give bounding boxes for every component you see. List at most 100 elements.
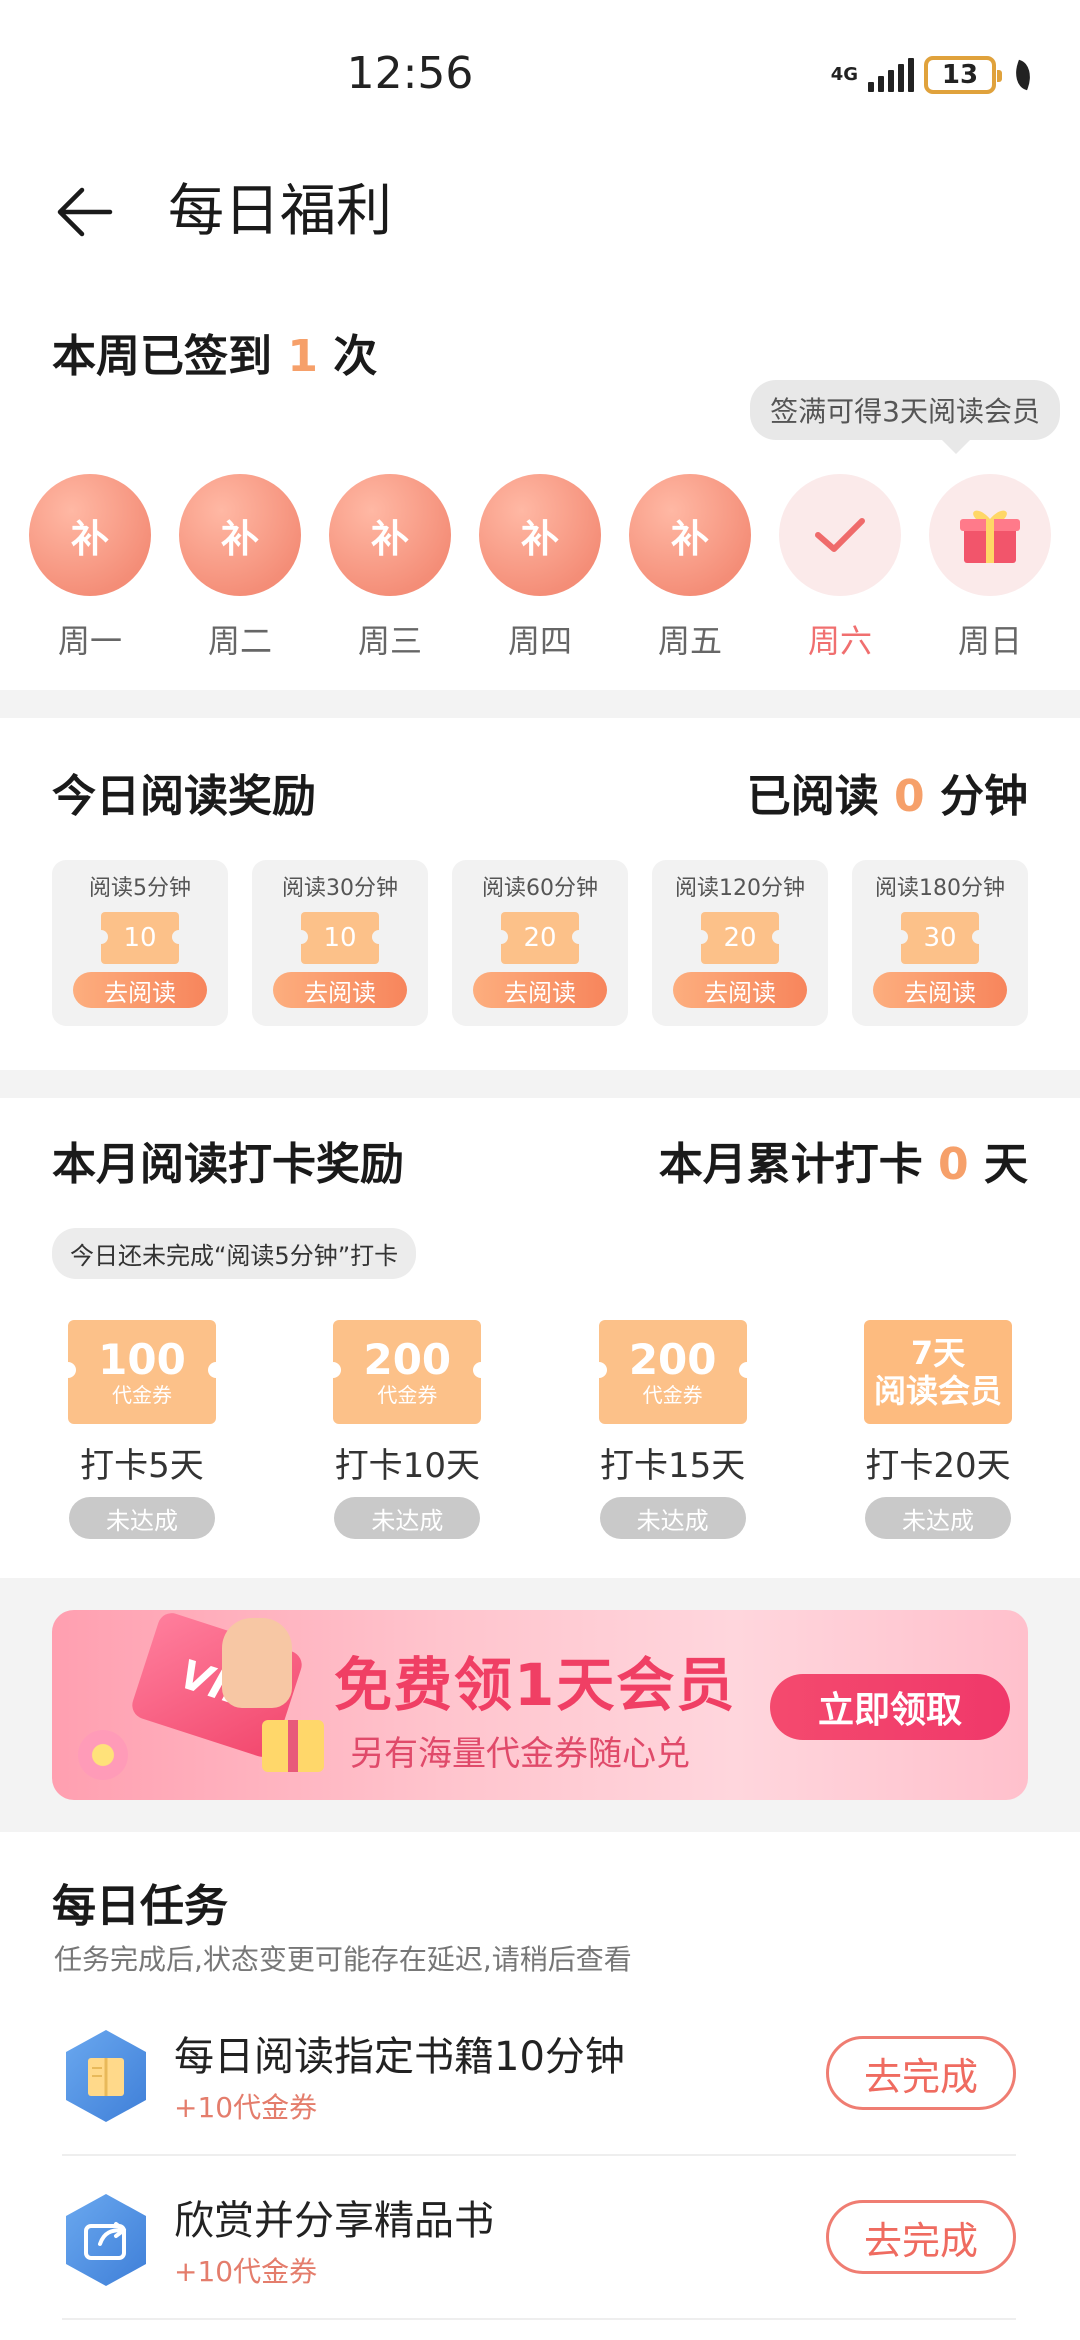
go-read-button[interactable]: 去阅读	[273, 972, 407, 1008]
go-read-button[interactable]: 去阅读	[873, 972, 1007, 1008]
makeup-badge[interactable]: 补	[329, 474, 451, 596]
book-icon	[66, 2030, 146, 2122]
gift-box-icon	[262, 1720, 324, 1772]
back-arrow-icon[interactable]	[52, 180, 116, 244]
reading-reward-section: 今日阅读奖励 已阅读 0 分钟 阅读5分钟 10 去阅读 阅读30分钟 10 去…	[0, 718, 1080, 1070]
task-name: 欣赏并分享精品书	[174, 2198, 494, 2244]
signin-title: 本周已签到 1 次	[52, 320, 377, 384]
milestone-status: 未达成	[334, 1497, 481, 1539]
network-label: 4G	[830, 64, 858, 85]
promo-banner[interactable]: VIP 免费领1天会员 另有海量代金券随心兑 立即领取	[52, 1610, 1028, 1800]
reward-label: 阅读5分钟	[89, 876, 191, 901]
milestone-item: 200 代金券 打卡15天 未达成	[583, 1320, 763, 1539]
reward-card: 阅读180分钟 30 去阅读	[852, 860, 1028, 1026]
signin-count: 1	[287, 331, 318, 382]
section-divider	[0, 690, 1080, 718]
day-sunday: 周日	[928, 474, 1052, 662]
milestone-item: 200 代金券 打卡10天 未达成	[317, 1320, 497, 1539]
go-complete-button[interactable]: 去完成	[826, 2200, 1016, 2274]
go-read-button[interactable]: 去阅读	[73, 972, 207, 1008]
day-label: 周三	[357, 622, 422, 660]
read-minutes: 已阅读 0 分钟	[747, 760, 1028, 824]
milestone-status: 未达成	[69, 1497, 215, 1539]
monthly-hint: 今日还未完成“阅读5分钟”打卡	[52, 1228, 417, 1279]
coupon-label: 代金券	[112, 1383, 172, 1407]
task-row: 欣赏并分享精品书 +10代金券 去完成	[62, 2156, 1016, 2320]
coupon-amount: 100	[98, 1335, 186, 1384]
reward-label: 阅读180分钟	[875, 876, 1005, 901]
day-label: 周六	[807, 622, 872, 660]
read-suffix: 分钟	[924, 771, 1028, 822]
flower-icon	[78, 1730, 128, 1780]
signin-days: 补 周一 补 周二 补 周三 补 周四 补 周五 周六 周日	[28, 474, 1052, 662]
section-divider	[0, 1070, 1080, 1098]
claim-now-button[interactable]: 立即领取	[770, 1674, 1010, 1740]
day-friday[interactable]: 补 周五	[628, 474, 752, 662]
day-tuesday[interactable]: 补 周二	[178, 474, 302, 662]
page-header: 每日福利	[0, 150, 1080, 270]
day-label: 周二	[207, 622, 272, 660]
daily-tasks-section: 每日任务 任务完成后,状态变更可能存在延迟,请稍后查看 每日阅读指定书籍10分钟…	[0, 1832, 1080, 2340]
reward-label: 阅读120分钟	[675, 876, 805, 901]
checkmark-icon	[779, 474, 901, 596]
vip-days: 7天	[910, 1334, 966, 1372]
makeup-badge[interactable]: 补	[29, 474, 151, 596]
weekly-signin-section: 本周已签到 1 次 签满可得3天阅读会员 补 周一 补 周二 补 周三 补 周四…	[0, 300, 1080, 690]
banner-subtitle: 另有海量代金券随心兑	[350, 1734, 690, 1774]
makeup-badge[interactable]: 补	[629, 474, 751, 596]
gift-icon	[929, 474, 1051, 596]
milestones: 100 代金券 打卡5天 未达成 200 代金券 打卡10天 未达成 200 代…	[52, 1320, 1028, 1539]
battery-level: 13	[941, 60, 979, 90]
day-thursday[interactable]: 补 周四	[478, 474, 602, 662]
reward-card: 阅读120分钟 20 去阅读	[652, 860, 828, 1026]
monthly-checkin-section: 本月阅读打卡奖励 本月累计打卡 0 天 今日还未完成“阅读5分钟”打卡 100 …	[0, 1098, 1080, 1578]
coupon-ticket-icon: 20	[494, 912, 586, 964]
day-monday[interactable]: 补 周一	[28, 474, 152, 662]
day-label: 周一	[57, 622, 122, 660]
coupon-icon: 100 代金券	[60, 1320, 224, 1424]
makeup-badge[interactable]: 补	[479, 474, 601, 596]
go-read-button[interactable]: 去阅读	[473, 972, 607, 1008]
day-label: 周日	[957, 622, 1022, 660]
coupon-amount: 200	[363, 1335, 452, 1384]
tasks-subtitle: 任务完成后,状态变更可能存在延迟,请稍后查看	[54, 1943, 632, 1976]
task-name: 每日阅读指定书籍10分钟	[174, 2034, 625, 2080]
go-complete-button[interactable]: 去完成	[826, 2036, 1016, 2110]
milestone-item: 100 代金券 打卡5天 未达成	[52, 1320, 232, 1539]
day-saturday: 周六	[778, 474, 902, 662]
page-title: 每日福利	[168, 179, 392, 244]
day-wednesday[interactable]: 补 周三	[328, 474, 452, 662]
milestone-status: 未达成	[864, 1497, 1011, 1539]
milestone-item: 7天 阅读会员 打卡20天 未达成	[848, 1320, 1028, 1539]
signin-title-suffix: 次	[317, 331, 378, 382]
monthly-total-suffix: 天	[968, 1139, 1028, 1190]
status-bar: 12:56 4G 13	[0, 0, 1080, 150]
monthly-total: 本月累计打卡 0 天	[659, 1128, 1028, 1192]
coupon-ticket-icon: 20	[694, 912, 786, 964]
hand-icon	[222, 1618, 292, 1708]
milestone-days: 打卡5天	[80, 1446, 204, 1486]
milestone-status: 未达成	[599, 1497, 746, 1539]
reading-reward-title: 今日阅读奖励	[52, 771, 316, 822]
coupon-amount: 200	[628, 1335, 717, 1384]
status-indicators: 4G 13	[830, 56, 1036, 94]
banner-headline: 免费领1天会员	[334, 1651, 737, 1719]
coupon-label: 代金券	[642, 1383, 703, 1407]
monthly-total-prefix: 本月累计打卡	[658, 1139, 939, 1190]
task-row: 每日阅读指定书籍10分钟 +10代金券 去完成	[62, 1992, 1016, 2156]
signin-reward-tooltip: 签满可得3天阅读会员	[750, 380, 1060, 454]
makeup-badge[interactable]: 补	[179, 474, 301, 596]
signin-title-prefix: 本周已签到	[52, 331, 288, 382]
go-read-button[interactable]: 去阅读	[673, 972, 807, 1008]
reward-label: 阅读60分钟	[482, 876, 598, 901]
task-reward: +10代金券	[174, 2255, 318, 2288]
coupon-label: 代金券	[377, 1383, 438, 1407]
milestone-days: 打卡20天	[865, 1446, 1011, 1486]
share-icon	[66, 2194, 146, 2286]
milestone-days: 打卡15天	[600, 1446, 746, 1486]
coupon-ticket-icon: 10	[294, 912, 386, 964]
reward-card: 阅读5分钟 10 去阅读	[52, 860, 228, 1026]
coupon-ticket-icon: 10	[94, 912, 186, 964]
milestone-days: 打卡10天	[334, 1446, 480, 1486]
reward-card: 阅读30分钟 10 去阅读	[252, 860, 428, 1026]
